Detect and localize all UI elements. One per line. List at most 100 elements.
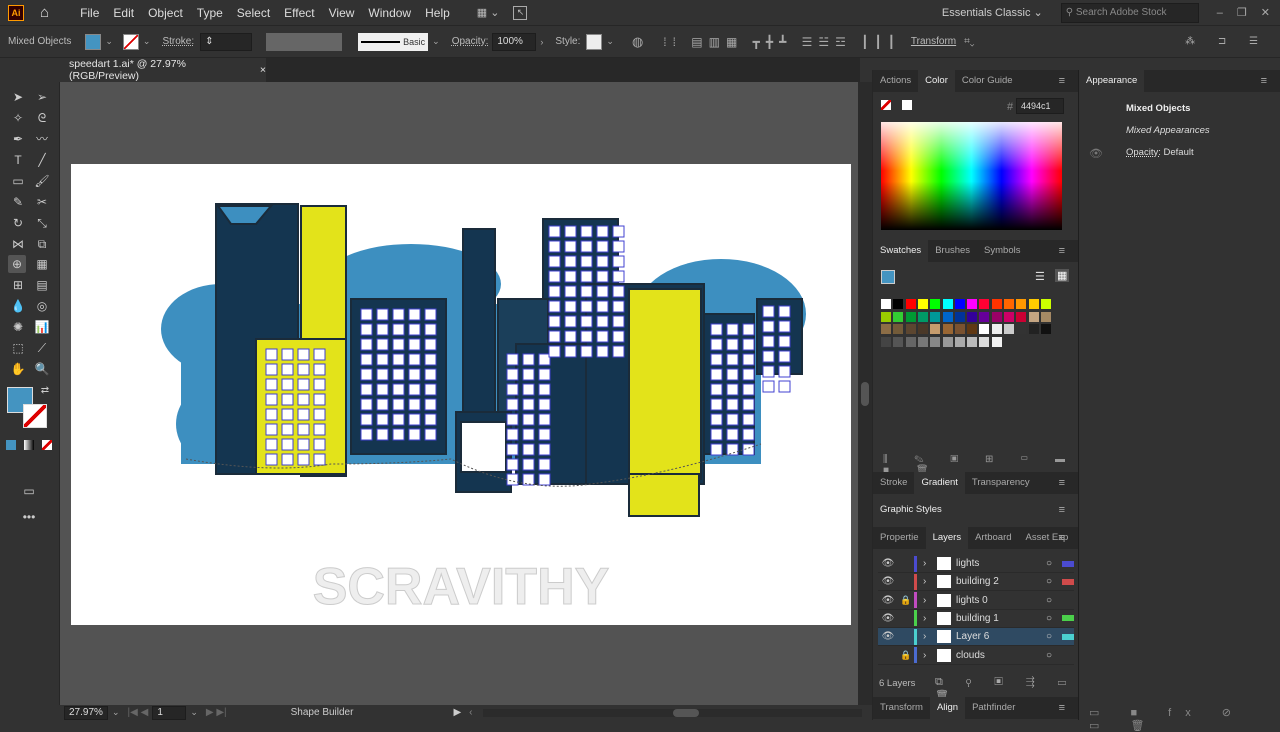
gradient-mode-icon[interactable] xyxy=(24,440,34,450)
color-swatch[interactable] xyxy=(1040,299,1051,309)
isolate-icon[interactable]: ⌗⌄ xyxy=(964,36,974,47)
visibility-icon[interactable]: 👁 xyxy=(878,595,898,606)
artboard-next-icons[interactable]: ▶ ▶| xyxy=(206,707,227,718)
tab-stroke[interactable]: Stroke xyxy=(873,472,914,494)
gradient-tool-icon[interactable]: ▤ xyxy=(33,276,51,294)
white-swatch[interactable] xyxy=(902,100,912,110)
color-swatch[interactable] xyxy=(979,324,990,334)
color-swatch[interactable] xyxy=(967,336,978,347)
layer-row[interactable]: 👁 › building 2 ○ xyxy=(878,573,1074,592)
layer-row[interactable]: 👁 🔒 › lights 0 ○ xyxy=(878,592,1074,610)
artboard-prev-icons[interactable]: |◀ ◀ xyxy=(128,707,149,718)
stock-search-input[interactable]: ⚲ Search Adobe Stock xyxy=(1060,2,1199,23)
color-swatch[interactable] xyxy=(893,324,904,334)
zoom-tool-icon[interactable]: 🔍 xyxy=(33,360,51,378)
color-swatch[interactable] xyxy=(905,299,916,309)
scroll-left-icon[interactable]: ‹ xyxy=(469,707,472,718)
opacity-input[interactable]: 100% xyxy=(492,32,537,51)
expand-chevron-icon[interactable]: › xyxy=(923,650,937,661)
fill-swatch[interactable] xyxy=(85,33,102,50)
color-swatch[interactable] xyxy=(881,336,891,347)
blend-tool-icon[interactable]: ◎ xyxy=(33,297,51,315)
zoom-level-input[interactable]: 27.97% xyxy=(64,705,108,720)
panel-menu-icons[interactable]: ⁂ ⊐ ☰ xyxy=(1185,36,1268,47)
lock-icon[interactable]: 🔒 xyxy=(898,650,914,661)
color-swatch[interactable] xyxy=(1028,324,1039,334)
layer-row[interactable]: 👁 › building 1 ○ xyxy=(878,610,1074,628)
color-swatch[interactable] xyxy=(954,299,965,309)
visibility-icon[interactable]: 👁 xyxy=(878,613,898,624)
chevron-down-icon[interactable]: ⌄ xyxy=(105,36,113,47)
expand-chevron-icon[interactable]: › xyxy=(923,595,937,606)
tab-actions[interactable]: Actions xyxy=(873,70,918,92)
color-swatch[interactable] xyxy=(930,299,941,309)
target-circle-icon[interactable]: ○ xyxy=(1046,558,1062,569)
vertical-scrollbar[interactable] xyxy=(858,82,872,705)
stroke-label[interactable]: Stroke: xyxy=(162,36,194,47)
color-swatch[interactable] xyxy=(991,336,1002,347)
tab-swatches[interactable]: Swatches xyxy=(873,240,929,262)
tab-graphic-styles[interactable]: Graphic Styles xyxy=(873,499,949,521)
active-fill-swatch[interactable] xyxy=(881,270,895,284)
color-swatch[interactable] xyxy=(893,336,904,347)
color-swatch[interactable] xyxy=(979,336,990,347)
tab-layers[interactable]: Layers xyxy=(925,527,969,549)
color-swatch[interactable] xyxy=(1004,299,1014,309)
layer-row[interactable]: 👁 › lights ○ xyxy=(878,555,1074,573)
expand-chevron-icon[interactable]: › xyxy=(923,613,937,624)
layer-name[interactable]: lights xyxy=(956,558,1046,569)
artboard[interactable]: SCRAVITHY xyxy=(71,164,851,625)
layer-name[interactable]: clouds xyxy=(956,650,1046,661)
stroke-weight-input[interactable]: ⇕ xyxy=(200,32,253,51)
horizontal-scrollbar[interactable] xyxy=(482,708,862,717)
chevron-down-icon[interactable]: ⌄ xyxy=(112,707,120,718)
color-swatch[interactable] xyxy=(991,324,1002,334)
color-swatch[interactable] xyxy=(967,324,978,334)
scissors-icon[interactable]: ✂ xyxy=(33,193,51,211)
panel-menu-icon[interactable]: ≡ xyxy=(1052,499,1072,521)
selection-indicator[interactable] xyxy=(1062,560,1074,567)
color-swatch[interactable] xyxy=(991,311,1002,322)
graph-tool-icon[interactable]: 📊 xyxy=(33,318,51,336)
selection-tool-icon[interactable]: ➤ xyxy=(9,88,27,106)
color-swatch[interactable] xyxy=(905,324,916,334)
color-swatch[interactable] xyxy=(930,336,941,347)
menu-type[interactable]: Type xyxy=(190,6,230,20)
slice-tool-icon[interactable]: ⟋ xyxy=(33,339,51,357)
curvature-tool-icon[interactable]: 〰 xyxy=(33,130,51,148)
color-swatch[interactable] xyxy=(979,299,990,309)
color-swatch[interactable] xyxy=(893,311,904,322)
document-tab[interactable]: speedart 1.ai* @ 27.97% (RGB/Preview) × xyxy=(60,58,266,82)
tab-color-guide[interactable]: Color Guide xyxy=(955,70,1020,92)
type-tool-icon[interactable]: T xyxy=(9,151,27,169)
tab-transparency[interactable]: Transparency xyxy=(965,472,1037,494)
hex-input[interactable]: 4494c1 xyxy=(1016,98,1064,114)
shape-builder-tool-icon[interactable]: ⊕ xyxy=(8,255,26,273)
color-swatch[interactable] xyxy=(1028,299,1039,309)
tab-brushes[interactable]: Brushes xyxy=(928,240,977,262)
color-swatch[interactable] xyxy=(917,299,928,309)
menu-file[interactable]: File xyxy=(73,6,106,20)
opacity-label[interactable]: Opacity: xyxy=(452,36,489,47)
color-swatch[interactable] xyxy=(1028,311,1039,322)
perspective-grid-icon[interactable]: ▦ xyxy=(33,255,51,273)
selection-indicator[interactable] xyxy=(1062,597,1074,603)
color-swatch[interactable] xyxy=(1016,311,1027,322)
selection-indicator[interactable] xyxy=(1062,652,1074,658)
cityscape-artwork[interactable]: SCRAVITHY xyxy=(71,164,851,625)
artboard-number-input[interactable]: 1 xyxy=(152,705,187,720)
width-tool-icon[interactable]: ⋈ xyxy=(9,235,27,253)
target-circle-icon[interactable]: ○ xyxy=(1046,595,1062,606)
menu-help[interactable]: Help xyxy=(418,6,457,20)
arrange-documents-icon[interactable]: ▦ ⌄ xyxy=(477,6,500,19)
tab-appearance[interactable]: Appearance xyxy=(1079,70,1145,92)
color-swatch[interactable] xyxy=(917,336,928,347)
layer-row[interactable]: 👁 › Layer 6 ○ xyxy=(878,628,1074,647)
minimize-button[interactable]: – xyxy=(1217,7,1223,19)
workspace-switcher[interactable]: Essentials Classic ⌄ xyxy=(942,6,1043,19)
layer-name[interactable]: Layer 6 xyxy=(956,631,1046,642)
target-circle-icon[interactable]: ○ xyxy=(1046,631,1062,642)
color-swatch[interactable] xyxy=(967,311,978,322)
selection-indicator[interactable] xyxy=(1062,615,1074,622)
transform-link[interactable]: Transform xyxy=(911,36,956,47)
